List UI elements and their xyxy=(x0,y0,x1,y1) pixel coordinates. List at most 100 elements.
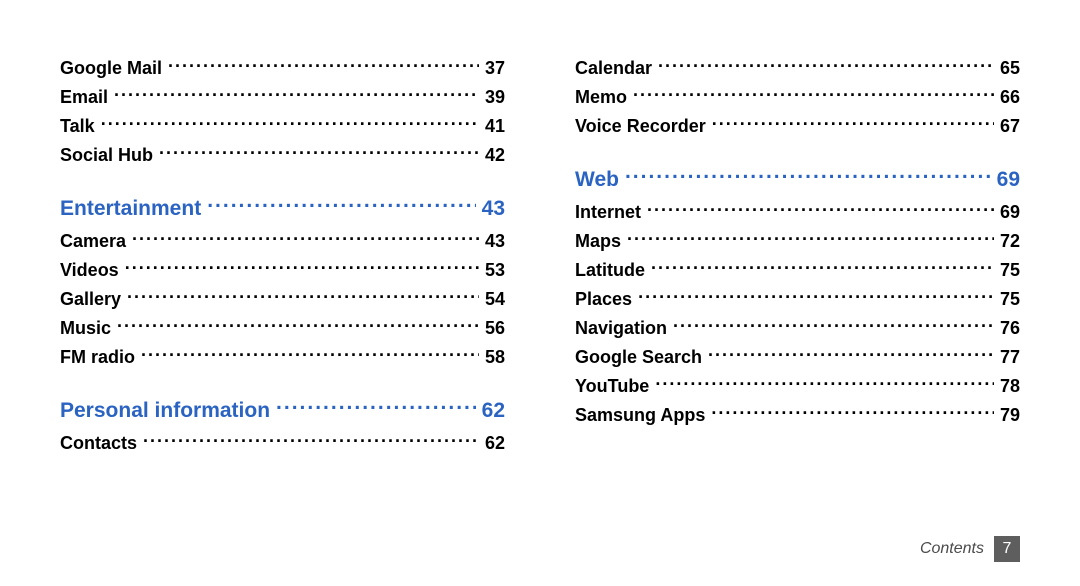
page-footer: Contents 7 xyxy=(920,536,1020,562)
toc-item-row[interactable]: Navigation 76 xyxy=(575,316,1020,339)
toc-leader xyxy=(711,403,994,421)
footer-section-label: Contents xyxy=(920,540,984,558)
toc-page-number: 37 xyxy=(485,58,505,79)
toc-leader xyxy=(143,431,479,449)
toc-page-number: 42 xyxy=(485,145,505,166)
toc-page-number: 43 xyxy=(482,197,505,221)
toc-label: Google Search xyxy=(575,347,702,368)
toc-section-row[interactable]: Web69 xyxy=(575,165,1020,192)
toc-page-number: 69 xyxy=(1000,202,1020,223)
toc-label: Voice Recorder xyxy=(575,116,706,137)
toc-leader xyxy=(651,258,994,276)
toc-item-row[interactable]: Memo 66 xyxy=(575,85,1020,108)
toc-page-number: 54 xyxy=(485,289,505,310)
toc-page-number: 39 xyxy=(485,87,505,108)
toc-item-row[interactable]: Talk 41 xyxy=(60,114,505,137)
toc-item-row[interactable]: Calendar 65 xyxy=(575,56,1020,79)
toc-leader xyxy=(127,287,479,305)
toc-leader xyxy=(625,165,991,186)
toc-leader xyxy=(673,316,994,334)
toc-section-row[interactable]: Entertainment 43 xyxy=(60,194,505,221)
toc-item-row[interactable]: FM radio58 xyxy=(60,345,505,368)
toc-leader xyxy=(207,194,475,215)
toc-column-right: Calendar65Memo66Voice Recorder67Web69Int… xyxy=(575,50,1020,460)
toc-label: FM radio xyxy=(60,347,135,368)
toc-label: Memo xyxy=(575,87,627,108)
toc-page-number: 67 xyxy=(1000,116,1020,137)
toc-label: Web xyxy=(575,168,619,192)
toc-label: Music xyxy=(60,318,111,339)
toc-leader xyxy=(159,143,479,161)
toc-leader xyxy=(627,229,994,247)
toc-page: Google Mail 37 Email 39 Talk 41 Social Hub 42 En… xyxy=(0,0,1080,586)
toc-page-number: 75 xyxy=(1000,289,1020,310)
toc-item-row[interactable]: Google Search 77 xyxy=(575,345,1020,368)
toc-item-row[interactable]: Samsung Apps79 xyxy=(575,403,1020,426)
toc-page-number: 56 xyxy=(485,318,505,339)
toc-item-row[interactable]: Gallery 54 xyxy=(60,287,505,310)
toc-label: Internet xyxy=(575,202,641,223)
toc-leader xyxy=(125,258,479,276)
toc-item-row[interactable]: Videos 53 xyxy=(60,258,505,281)
toc-item-row[interactable]: Places 75 xyxy=(575,287,1020,310)
toc-page-number: 65 xyxy=(1000,58,1020,79)
toc-label: Google Mail xyxy=(60,58,162,79)
toc-section-row[interactable]: Personal information 62 xyxy=(60,396,505,423)
toc-leader xyxy=(633,85,994,103)
toc-page-number: 62 xyxy=(485,433,505,454)
toc-label: Personal information xyxy=(60,399,270,423)
toc-leader xyxy=(276,396,476,417)
toc-item-row[interactable]: Email 39 xyxy=(60,85,505,108)
toc-page-number: 53 xyxy=(485,260,505,281)
toc-item-row[interactable]: YouTube 78 xyxy=(575,374,1020,397)
toc-page-number: 77 xyxy=(1000,347,1020,368)
toc-columns: Google Mail 37 Email 39 Talk 41 Social Hub 42 En… xyxy=(60,50,1020,460)
toc-label: Calendar xyxy=(575,58,652,79)
toc-label: Talk xyxy=(60,116,95,137)
toc-leader xyxy=(132,229,479,247)
toc-leader xyxy=(708,345,994,363)
toc-item-row[interactable]: Music 56 xyxy=(60,316,505,339)
toc-leader xyxy=(141,345,479,363)
toc-label: YouTube xyxy=(575,376,649,397)
toc-item-row[interactable]: Social Hub 42 xyxy=(60,143,505,166)
toc-leader xyxy=(658,56,994,74)
toc-page-number: 43 xyxy=(485,231,505,252)
toc-label: Places xyxy=(575,289,632,310)
toc-leader xyxy=(638,287,994,305)
toc-leader xyxy=(655,374,994,392)
toc-label: Social Hub xyxy=(60,145,153,166)
toc-leader xyxy=(101,114,479,132)
toc-label: Email xyxy=(60,87,108,108)
toc-page-number: 66 xyxy=(1000,87,1020,108)
toc-label: Videos xyxy=(60,260,119,281)
toc-label: Contacts xyxy=(60,433,137,454)
toc-label: Navigation xyxy=(575,318,667,339)
toc-item-row[interactable]: Maps 72 xyxy=(575,229,1020,252)
toc-leader xyxy=(647,200,994,218)
toc-page-number: 79 xyxy=(1000,405,1020,426)
toc-label: Latitude xyxy=(575,260,645,281)
toc-page-number: 78 xyxy=(1000,376,1020,397)
toc-page-number: 75 xyxy=(1000,260,1020,281)
toc-label: Camera xyxy=(60,231,126,252)
toc-item-row[interactable]: Latitude 75 xyxy=(575,258,1020,281)
toc-leader xyxy=(712,114,994,132)
toc-label: Entertainment xyxy=(60,197,201,221)
toc-page-number: 76 xyxy=(1000,318,1020,339)
footer-page-number: 7 xyxy=(994,536,1020,562)
toc-label: Maps xyxy=(575,231,621,252)
toc-item-row[interactable]: Internet 69 xyxy=(575,200,1020,223)
toc-leader xyxy=(114,85,479,103)
toc-page-number: 62 xyxy=(482,399,505,423)
toc-leader xyxy=(168,56,479,74)
toc-item-row[interactable]: Google Mail 37 xyxy=(60,56,505,79)
toc-item-row[interactable]: Camera 43 xyxy=(60,229,505,252)
toc-page-number: 41 xyxy=(485,116,505,137)
toc-column-left: Google Mail 37 Email 39 Talk 41 Social Hub 42 En… xyxy=(60,50,505,460)
toc-page-number: 72 xyxy=(1000,231,1020,252)
toc-item-row[interactable]: Voice Recorder 67 xyxy=(575,114,1020,137)
toc-item-row[interactable]: Contacts 62 xyxy=(60,431,505,454)
toc-leader xyxy=(117,316,479,334)
toc-label: Gallery xyxy=(60,289,121,310)
